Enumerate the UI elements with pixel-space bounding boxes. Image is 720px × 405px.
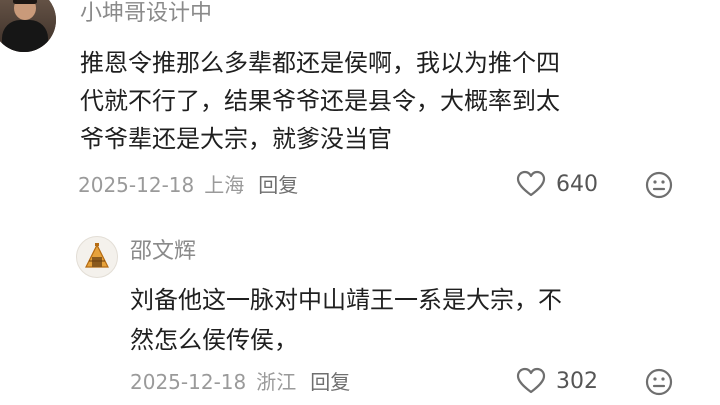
reply-username[interactable]: 邵文辉 [130, 238, 196, 266]
reply-text-line: 刘备他这一脉对中山靖王一系是大宗，不 [130, 286, 562, 314]
comment-text-line: 代就不行了，结果爷爷还是县令，大概率到太 [80, 87, 560, 115]
comment-text-line: 爷爷辈还是大宗，就爹没当官 [80, 125, 392, 153]
comment-location: 上海 [204, 173, 245, 197]
comment-username[interactable]: 小坤哥设计中 [80, 0, 212, 28]
like-count: 640 [556, 171, 598, 197]
comment-text: 推恩令推那么多辈都还是侯啊，我以为推个四 代就不行了，结果爷爷还是县令，大概率到… [80, 44, 680, 158]
reply-button[interactable]: 回复 [258, 173, 298, 197]
reply-meta: 2025-12-18 浙江 回复 [130, 369, 360, 395]
reply-reply-button[interactable]: 回复 [310, 370, 350, 394]
comment-date: 2025-12-18 [78, 173, 195, 197]
reply-like-count: 302 [556, 368, 598, 394]
avatar[interactable] [0, 0, 56, 52]
dislike-button[interactable] [645, 171, 673, 203]
reply-text: 刘备他这一脉对中山靖王一系是大宗，不 然怎么侯传侯， [130, 280, 690, 360]
reply-date: 2025-12-18 [130, 370, 247, 394]
reply-like-button[interactable]: 302 [516, 367, 598, 395]
comment-thread: 小坤哥设计中 推恩令推那么多辈都还是侯啊，我以为推个四 代就不行了，结果爷爷还是… [0, 0, 720, 405]
reply-text-line: 然怎么侯传侯， [130, 326, 298, 354]
reply-location: 浙江 [256, 370, 297, 394]
reply-dislike-button[interactable] [645, 368, 673, 400]
comment-meta: 2025-12-18 上海 回复 [78, 172, 308, 198]
reply-avatar[interactable] [76, 236, 118, 278]
meh-face-icon [645, 368, 673, 396]
comment-text-line: 推恩令推那么多辈都还是侯啊，我以为推个四 [80, 49, 560, 77]
like-button[interactable]: 640 [516, 170, 598, 198]
heart-outline-icon [516, 170, 546, 197]
meh-face-icon [645, 171, 673, 199]
heart-outline-icon [516, 367, 546, 394]
